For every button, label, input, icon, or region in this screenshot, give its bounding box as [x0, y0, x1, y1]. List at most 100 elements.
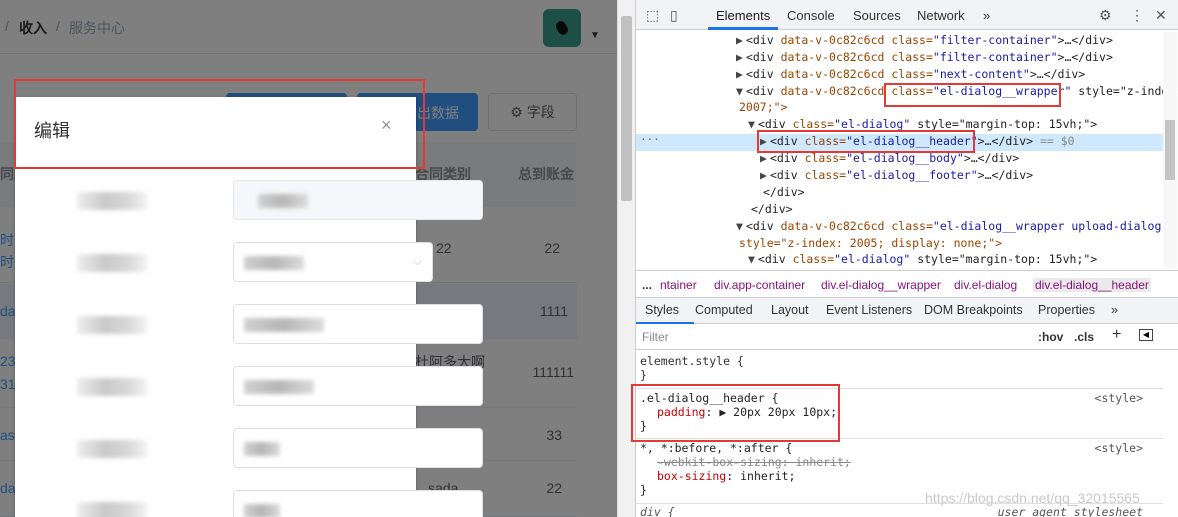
- tab-layout[interactable]: Layout: [771, 303, 809, 317]
- expand-toggle-icon[interactable]: ▼: [736, 219, 743, 233]
- blurred-value: [244, 256, 304, 270]
- dom-attr: style="z-index: 2005; display: none;">: [739, 236, 1003, 250]
- devtools-tab-bar: ⬚ ▯ Elements Console Sources Network » ⚙…: [636, 0, 1178, 30]
- blurred-value: [244, 504, 280, 517]
- tab-computed[interactable]: Computed: [695, 303, 753, 317]
- tab-styles[interactable]: Styles: [645, 303, 679, 317]
- breadcrumb-more[interactable]: ...: [642, 278, 652, 292]
- rule-selector: div {: [640, 505, 675, 517]
- dom-attr: class=: [884, 67, 933, 81]
- form-input[interactable]: [233, 490, 483, 517]
- breadcrumb-item[interactable]: div.el-dialog: [954, 278, 1017, 292]
- form-input[interactable]: [233, 428, 483, 468]
- blurred-value: [244, 380, 314, 394]
- dom-attr: data-v-0c82c6cd: [780, 67, 885, 81]
- form-input[interactable]: [233, 366, 483, 406]
- tab-sources[interactable]: Sources: [853, 8, 901, 23]
- dom-attr: data-v-0c82c6cd: [780, 84, 885, 98]
- styles-filter-bar: Filter :hov .cls + ◀: [636, 324, 1178, 350]
- form-label-blurred: [77, 440, 147, 458]
- dom-node-line[interactable]: style="z-index: 2005; display: none;">: [636, 236, 1163, 253]
- rule-source-link[interactable]: <style>: [1095, 441, 1143, 455]
- expand-toggle-icon[interactable]: ▶: [736, 67, 743, 81]
- dom-tag: <div: [769, 168, 805, 182]
- dom-tag: </div>: [751, 202, 793, 216]
- gear-icon[interactable]: ⚙: [1099, 7, 1112, 24]
- form-label-blurred: [77, 254, 147, 272]
- dom-attr-value: "filter-container": [932, 33, 1058, 47]
- dom-tag-end: >…</div>: [1057, 33, 1113, 47]
- device-toolbar-icon[interactable]: ▯: [670, 7, 678, 24]
- dom-attr: class=: [804, 168, 847, 182]
- elements-scrollbar[interactable]: [1163, 32, 1177, 268]
- more-tabs-icon[interactable]: »: [983, 8, 990, 23]
- dom-attr-value: "filter-container": [932, 50, 1058, 64]
- active-tab-indicator: [708, 27, 778, 30]
- watermark-text: https://blog.csdn.net/qq_32015565: [925, 490, 1140, 506]
- screenshot-root: / 收入 / 服务中心 ▼ 出数据 ⚙字段 同编 合同类别 总到账金 时间 时 …: [0, 0, 1178, 517]
- expand-toggle-icon[interactable]: ▶: [760, 168, 767, 182]
- expand-toggle-icon[interactable]: ▶: [736, 33, 743, 47]
- kebab-menu-icon[interactable]: ⋮: [1130, 7, 1144, 24]
- form-row: [15, 366, 483, 406]
- tab-elements[interactable]: Elements: [716, 8, 770, 23]
- form-label-blurred: [77, 502, 147, 517]
- filter-input[interactable]: Filter: [642, 330, 669, 344]
- dom-node-line[interactable]: ▶ <div class="el-dialog__body">…</div>: [636, 151, 1163, 168]
- dom-node-line[interactable]: ▼ <div class="el-dialog" style="margin-to…: [636, 252, 1163, 269]
- dom-breadcrumb: ... ntainer div.app-container div.el-dia…: [636, 270, 1178, 298]
- dom-node-line[interactable]: </div>: [636, 185, 1163, 202]
- expand-toggle-icon[interactable]: ▼: [748, 252, 755, 266]
- tab-network[interactable]: Network: [917, 8, 965, 23]
- toggle-sidebar-icon[interactable]: ◀: [1139, 329, 1153, 341]
- css-declaration-overridden[interactable]: -webkit-box-sizing: inherit;: [636, 455, 1163, 469]
- more-tabs-icon[interactable]: »: [1111, 303, 1118, 317]
- tab-event-listeners[interactable]: Event Listeners: [826, 303, 912, 317]
- css-value[interactable]: : inherit;: [726, 469, 795, 483]
- hov-toggle[interactable]: :hov: [1038, 330, 1063, 344]
- expand-toggle-icon[interactable]: ▼: [736, 84, 743, 98]
- form-row: [15, 490, 483, 517]
- breadcrumb-item[interactable]: ntainer: [660, 278, 697, 292]
- dom-node-line[interactable]: ▶ <div data-v-0c82c6cd class="filter-cont…: [636, 33, 1163, 50]
- scrollbar-thumb[interactable]: [1165, 120, 1175, 180]
- cls-toggle[interactable]: .cls: [1074, 330, 1094, 344]
- form-input-disabled: [233, 180, 483, 220]
- dom-attr: data-v-0c82c6cd: [780, 219, 885, 233]
- form-input[interactable]: [233, 304, 483, 344]
- form-select[interactable]: ⌵: [233, 242, 433, 282]
- dom-attr-value: "el-dialog__wrapper upload-dialog": [932, 219, 1169, 233]
- close-icon[interactable]: ✕: [1155, 7, 1167, 24]
- dom-tag-end: style="z-index:: [1071, 84, 1178, 98]
- expand-toggle-icon[interactable]: ▶: [760, 151, 767, 165]
- dom-tag-end: style="margin-top: 15vh;">: [910, 117, 1098, 131]
- style-rule-universal: *, *:before, *:after { <style> -webkit-b…: [636, 441, 1163, 497]
- dom-tag: <div: [745, 219, 781, 233]
- dom-attr: class=: [792, 117, 835, 131]
- dom-node-line[interactable]: </div>: [636, 202, 1163, 219]
- breadcrumb-item[interactable]: div.app-container: [714, 278, 805, 292]
- breadcrumb-item-selected[interactable]: div.el-dialog__header: [1033, 278, 1151, 292]
- tab-properties[interactable]: Properties: [1038, 303, 1095, 317]
- tab-console[interactable]: Console: [787, 8, 835, 23]
- css-property[interactable]: box-sizing: [657, 469, 726, 483]
- dom-node-line[interactable]: ▶ <div class="el-dialog__footer">…</div>: [636, 168, 1163, 185]
- form-row: [15, 304, 483, 344]
- highlight-header-class: [757, 130, 975, 153]
- ellipsis-icon[interactable]: ···: [640, 133, 660, 146]
- inspect-element-icon[interactable]: ⬚: [646, 7, 659, 24]
- expand-toggle-icon[interactable]: ▼: [748, 117, 755, 131]
- highlight-dialog-header: [14, 79, 425, 169]
- rule-source-link[interactable]: <style>: [1095, 391, 1143, 405]
- form-label-blurred: [77, 192, 147, 210]
- new-rule-button[interactable]: +: [1112, 326, 1121, 344]
- scrollbar-thumb[interactable]: [621, 16, 632, 201]
- breadcrumb-item[interactable]: div.el-dialog__wrapper: [821, 278, 941, 292]
- dom-attr: class=: [884, 219, 933, 233]
- dom-attr-value: "el-dialog__body": [846, 151, 964, 165]
- dom-node-line[interactable]: ▶ <div data-v-0c82c6cd class="filter-cont…: [636, 50, 1163, 67]
- dom-node-line[interactable]: ▼ <div data-v-0c82c6cd class="el-dialog__…: [636, 219, 1168, 236]
- expand-toggle-icon[interactable]: ▶: [736, 50, 743, 64]
- dom-node-line[interactable]: ▶ <div data-v-0c82c6cd class="next-conten…: [636, 67, 1163, 84]
- tab-dom-breakpoints[interactable]: DOM Breakpoints: [924, 303, 1023, 317]
